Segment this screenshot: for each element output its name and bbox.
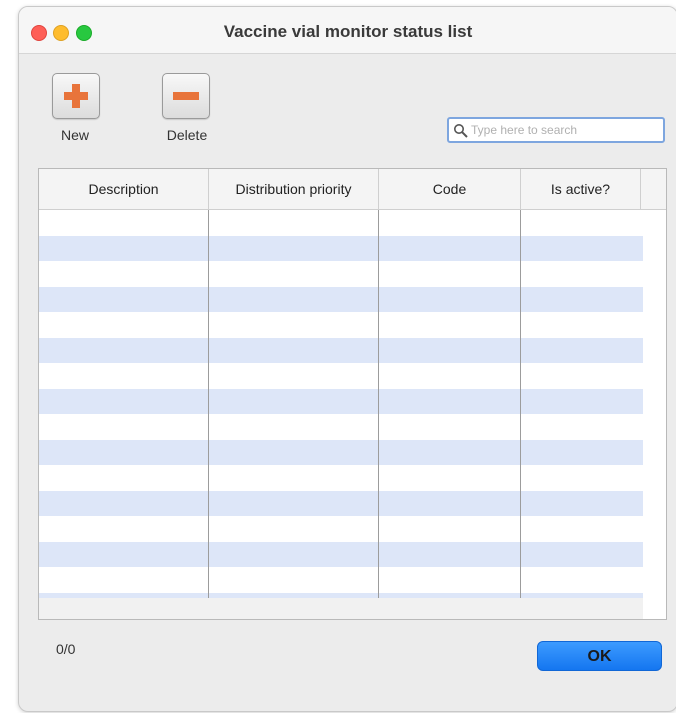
table-row[interactable] <box>39 261 643 287</box>
table-row[interactable] <box>39 567 643 593</box>
table-row[interactable] <box>39 363 643 389</box>
column-header-description[interactable]: Description <box>39 169 209 209</box>
ok-button[interactable]: OK <box>537 641 662 671</box>
table-row[interactable] <box>39 465 643 491</box>
search-icon <box>454 124 468 138</box>
status-table[interactable]: Description Distribution priority Code I… <box>38 168 667 620</box>
delete-button-label[interactable]: Delete <box>157 127 217 143</box>
window-title: Vaccine vial monitor status list <box>223 22 473 41</box>
table-body[interactable] <box>39 210 643 598</box>
table-row[interactable] <box>39 490 643 516</box>
record-count: 0/0 <box>56 641 76 657</box>
window: Vaccine vial monitor status list New Del… <box>18 6 676 712</box>
column-header-distribution-priority[interactable]: Distribution priority <box>209 169 379 209</box>
table-row[interactable] <box>39 516 643 542</box>
minus-icon <box>173 92 199 100</box>
new-button-label[interactable]: New <box>52 127 98 143</box>
new-button[interactable] <box>52 73 100 119</box>
column-divider <box>378 210 379 598</box>
column-divider <box>208 210 209 598</box>
table-row[interactable] <box>39 414 643 440</box>
plus-icon <box>64 84 88 108</box>
table-row[interactable] <box>39 235 643 261</box>
title-bar: Vaccine vial monitor status list <box>19 7 676 54</box>
table-row[interactable] <box>39 388 643 414</box>
table-row[interactable] <box>39 337 643 363</box>
vertical-scrollbar[interactable] <box>643 210 666 619</box>
table-header: Description Distribution priority Code I… <box>39 169 666 210</box>
search-input[interactable] <box>471 121 659 139</box>
column-divider <box>520 210 521 598</box>
column-header-is-active[interactable]: Is active? <box>521 169 641 209</box>
table-row[interactable] <box>39 439 643 465</box>
table-row[interactable] <box>39 286 643 312</box>
search-field[interactable] <box>447 117 665 143</box>
delete-button[interactable] <box>162 73 210 119</box>
table-row[interactable] <box>39 541 643 567</box>
table-row[interactable] <box>39 210 643 236</box>
horizontal-scrollbar[interactable] <box>39 598 643 619</box>
column-header-code[interactable]: Code <box>379 169 521 209</box>
table-row[interactable] <box>39 312 643 338</box>
